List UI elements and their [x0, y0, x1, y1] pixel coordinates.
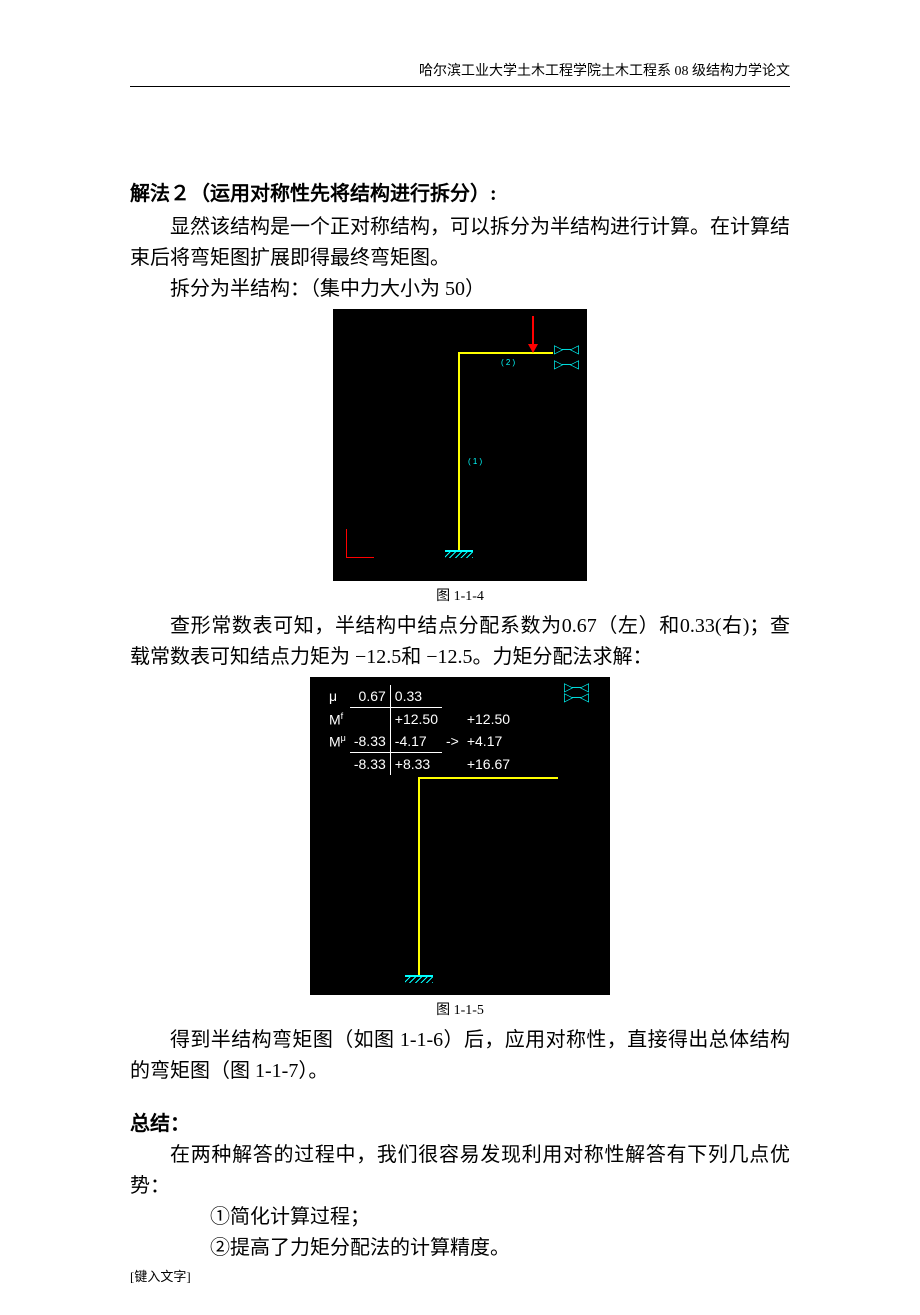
mf-far: +12.50	[463, 708, 514, 731]
mmu-right: -4.17	[390, 730, 442, 753]
column-member	[458, 352, 460, 550]
moment-distribution-table: μ 0.67 0.33 Mf +12.50 +12.50 Mμ -8.33 -4	[325, 685, 514, 775]
ground-hatch-icon	[405, 977, 433, 983]
axis-x-icon	[346, 557, 374, 558]
mmu-left: -8.33	[350, 730, 390, 753]
member-label-1: ( 1 )	[468, 457, 482, 466]
axis-y-icon	[346, 529, 347, 557]
row-mmu-label: Mμ	[325, 730, 350, 753]
member-label-2: ( 2 )	[501, 358, 515, 367]
mu-left: 0.67	[350, 685, 390, 708]
method2-p1: 显然该结构是一个正对称结构，可以拆分为半结构进行计算。在计算结束后将弯矩图扩展即…	[130, 212, 790, 274]
figure-caption-2: 图 1-1-5	[130, 999, 790, 1019]
beam-member	[418, 777, 558, 779]
sum-far: +16.67	[463, 753, 514, 776]
load-arrowhead-icon	[528, 344, 538, 353]
mf-right: +12.50	[390, 708, 442, 731]
figure-caption-1: 图 1-1-4	[130, 585, 790, 605]
row-mf-label: Mf	[325, 708, 350, 731]
beam-member	[458, 352, 553, 354]
figure-1-1-4: ▷─◁▷─◁ ( 1 ) ( 2 )	[333, 309, 587, 581]
summary-p1: 在两种解答的过程中，我们很容易发现利用对称性解答有下列几点优势：	[130, 1140, 790, 1202]
mf-mid	[442, 708, 463, 731]
column-member	[418, 777, 420, 975]
sum-left: -8.33	[350, 753, 390, 776]
summary-item-1: ①简化计算过程；	[130, 1202, 790, 1233]
footer-placeholder: [键入文字]	[130, 1266, 790, 1285]
mmu-mid: ->	[442, 730, 463, 753]
sum-mid	[442, 753, 463, 776]
roller-support-icon: ▷─◁▷─◁	[564, 682, 588, 702]
sum-right: +8.33	[390, 753, 442, 776]
method2-p2: 拆分为半结构：（集中力大小为 50）	[130, 274, 790, 305]
method2-title: 解法２（运用对称性先将结构进行拆分）:	[130, 177, 790, 206]
mu-far	[463, 685, 514, 708]
mf-left	[350, 708, 390, 731]
mu-mid	[442, 685, 463, 708]
method2-p3: 查形常数表可知，半结构中结点分配系数为0.67（左）和0.33(右)；查载常数表…	[130, 611, 790, 673]
ground-hatch-icon	[445, 552, 473, 558]
figure-1-1-5: μ 0.67 0.33 Mf +12.50 +12.50 Mμ -8.33 -4	[310, 677, 610, 995]
mmu-far: +4.17	[463, 730, 514, 753]
summary-item-2: ②提高了力矩分配法的计算精度。	[130, 1233, 790, 1264]
summary-title: 总结：	[130, 1107, 790, 1136]
roller-support-icon: ▷─◁▷─◁	[554, 342, 578, 372]
row-mu-label: μ	[325, 685, 350, 708]
mu-right: 0.33	[390, 685, 442, 708]
load-arrow-icon	[532, 316, 534, 346]
row-sum-label	[325, 753, 350, 776]
method2-p4: 得到半结构弯矩图（如图 1-1-6）后，应用对称性，直接得出总体结构的弯矩图（图…	[130, 1025, 790, 1087]
page-header: 哈尔滨工业大学土木工程学院土木工程系 08 级结构力学论文	[130, 60, 790, 87]
